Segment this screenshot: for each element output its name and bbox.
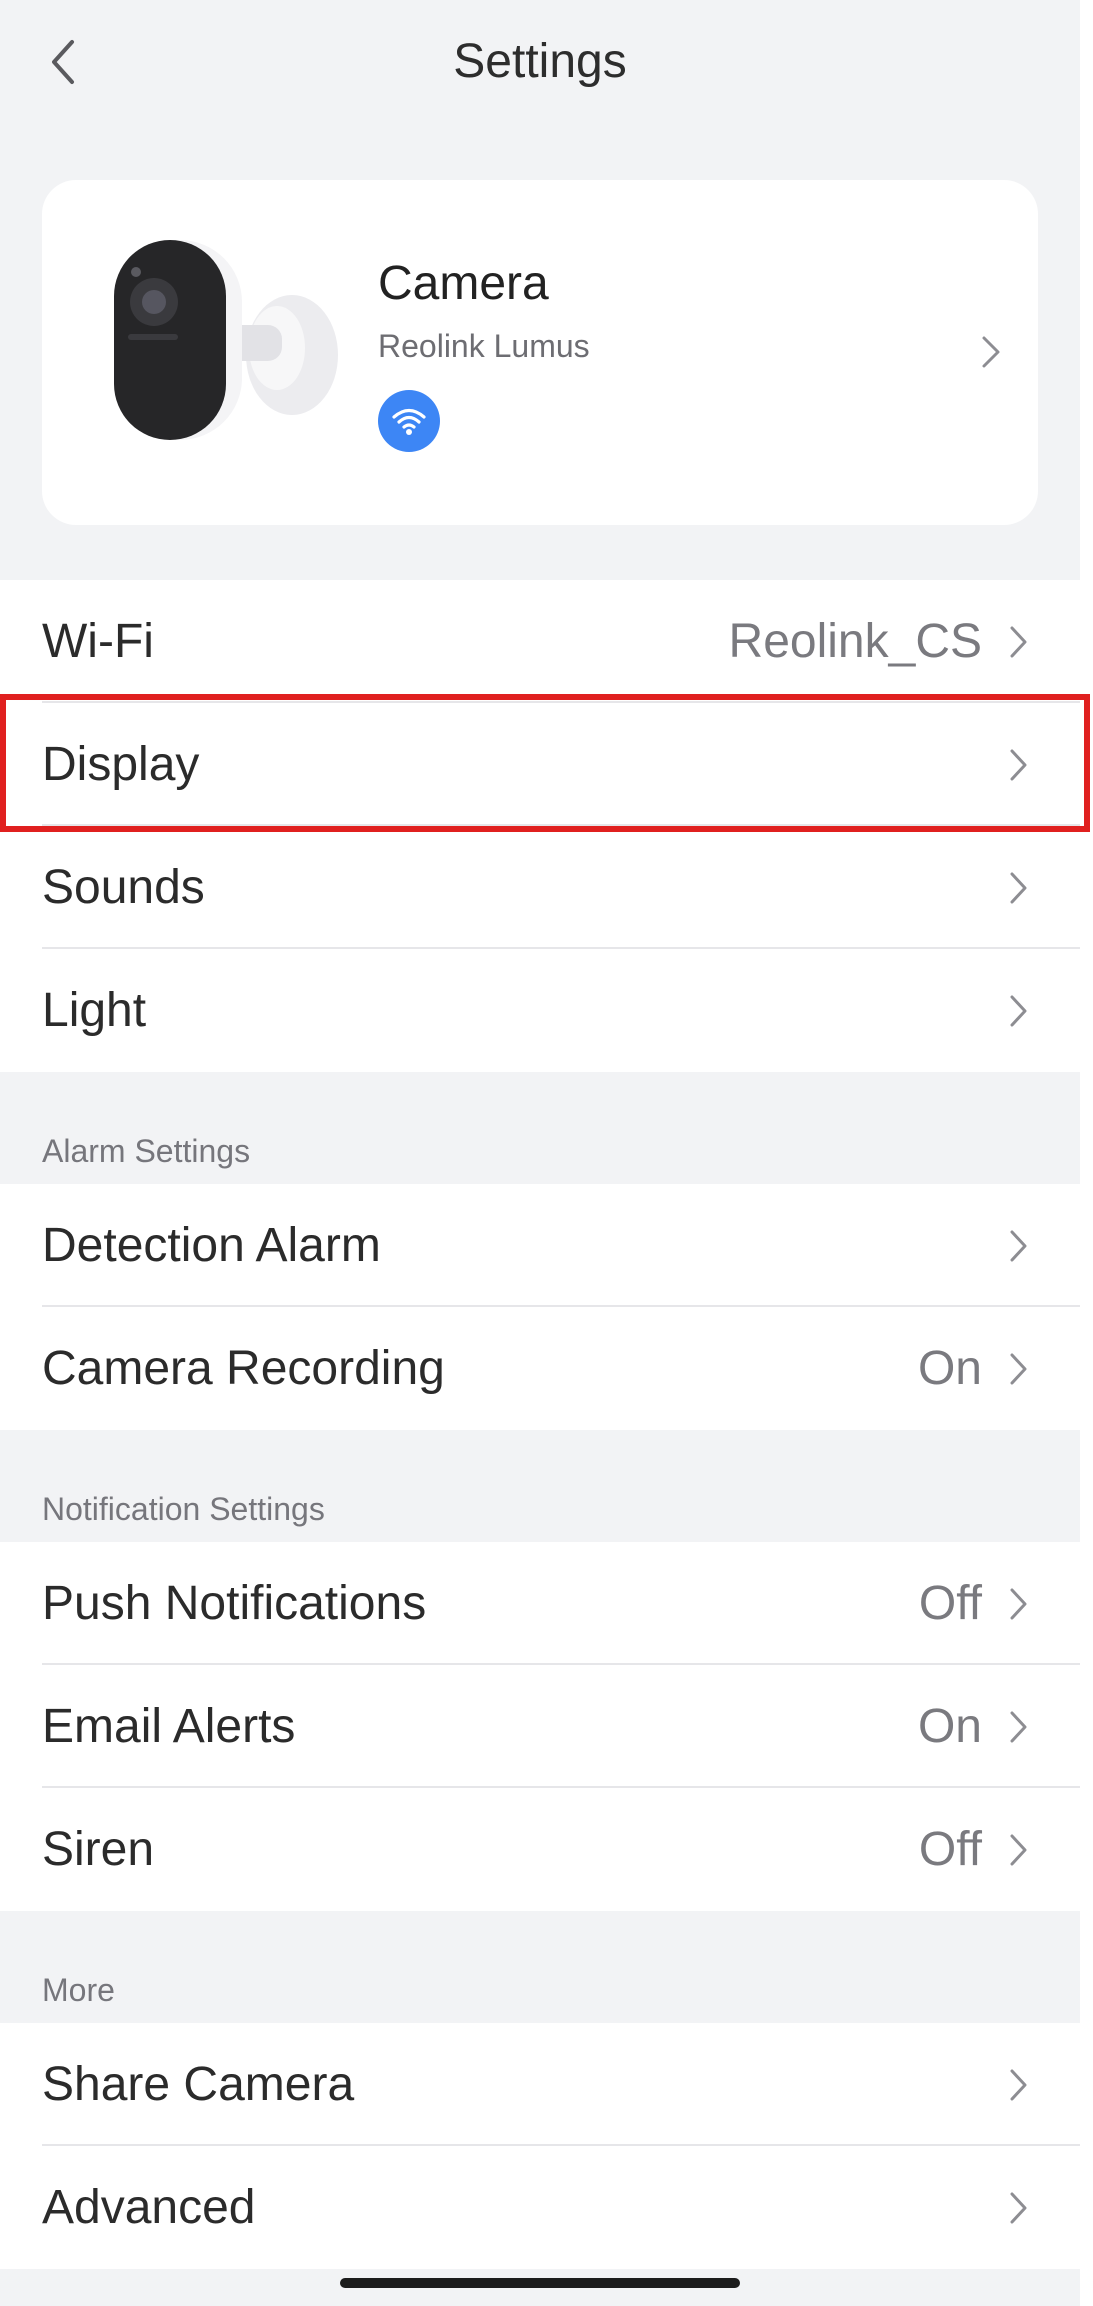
home-indicator (340, 2278, 740, 2288)
row-value: Reolink_CS (728, 615, 982, 668)
row-push-notifications[interactable]: Push Notifications Off (0, 1542, 1080, 1665)
row-label: Share Camera (42, 2058, 355, 2111)
row-value: On (917, 1700, 982, 1753)
camera-name: Camera (378, 257, 549, 310)
screen-edge (1080, 0, 1093, 2306)
section-title-notification: Notification Settings (42, 1491, 325, 1527)
more-settings-group: Share Camera Advanced (0, 2023, 1080, 2269)
row-label: Email Alerts (42, 1700, 296, 1753)
camera-card[interactable]: Camera Reolink Lumus (42, 180, 1038, 525)
row-label: Display (42, 738, 200, 791)
row-wifi[interactable]: Wi-Fi Reolink_CS (0, 580, 1080, 703)
row-display[interactable]: Display (0, 703, 1080, 826)
row-label: Detection Alarm (42, 1219, 381, 1272)
row-email-alerts[interactable]: Email Alerts On (0, 1665, 1080, 1788)
row-label: Light (42, 984, 147, 1037)
row-camera-recording[interactable]: Camera Recording On (0, 1307, 1080, 1430)
row-label: Siren (42, 1823, 155, 1876)
wifi-icon (392, 408, 426, 435)
row-advanced[interactable]: Advanced (0, 2146, 1080, 2269)
device-settings-group: Wi-Fi Reolink_CS Display Sounds Light (0, 580, 1080, 1072)
alarm-settings-group: Detection Alarm Camera Recording On (0, 1184, 1080, 1430)
chevron-right-icon (1010, 626, 1027, 658)
camera-image (114, 240, 338, 440)
page-title: Settings (453, 35, 627, 88)
header: Settings (0, 0, 1080, 125)
row-value: Off (918, 1823, 982, 1876)
chevron-right-icon (1010, 995, 1027, 1027)
chevron-right-icon (1010, 2192, 1027, 2224)
row-value: On (917, 1342, 982, 1395)
notification-settings-group: Push Notifications Off Email Alerts On S… (0, 1542, 1080, 1911)
chevron-right-icon (1010, 749, 1027, 781)
row-share-camera[interactable]: Share Camera (0, 2023, 1080, 2146)
row-detection-alarm[interactable]: Detection Alarm (0, 1184, 1080, 1307)
chevron-right-icon (1010, 1230, 1027, 1262)
chevron-right-icon (982, 336, 1000, 368)
section-title-alarm: Alarm Settings (42, 1133, 251, 1169)
row-label: Push Notifications (42, 1577, 427, 1630)
chevron-right-icon (1010, 1353, 1027, 1385)
row-label: Advanced (42, 2181, 256, 2234)
row-label: Sounds (42, 861, 205, 914)
section-title-more: More (42, 1972, 115, 2008)
row-sounds[interactable]: Sounds (0, 826, 1080, 949)
settings-page: Settings Camera Reolink Lumus Wi-Fi Reol… (0, 0, 1080, 2306)
chevron-right-icon (1010, 1711, 1027, 1743)
wifi-status-badge (378, 390, 440, 452)
row-siren[interactable]: Siren Off (0, 1788, 1080, 1911)
chevron-right-icon (1010, 872, 1027, 904)
row-value: Off (918, 1577, 982, 1630)
chevron-right-icon (1010, 1588, 1027, 1620)
chevron-right-icon (1010, 1834, 1027, 1866)
row-label: Camera Recording (42, 1342, 445, 1395)
row-label: Wi-Fi (42, 615, 154, 668)
chevron-right-icon (1010, 2069, 1027, 2101)
camera-model: Reolink Lumus (378, 328, 590, 364)
row-light[interactable]: Light (0, 949, 1080, 1072)
